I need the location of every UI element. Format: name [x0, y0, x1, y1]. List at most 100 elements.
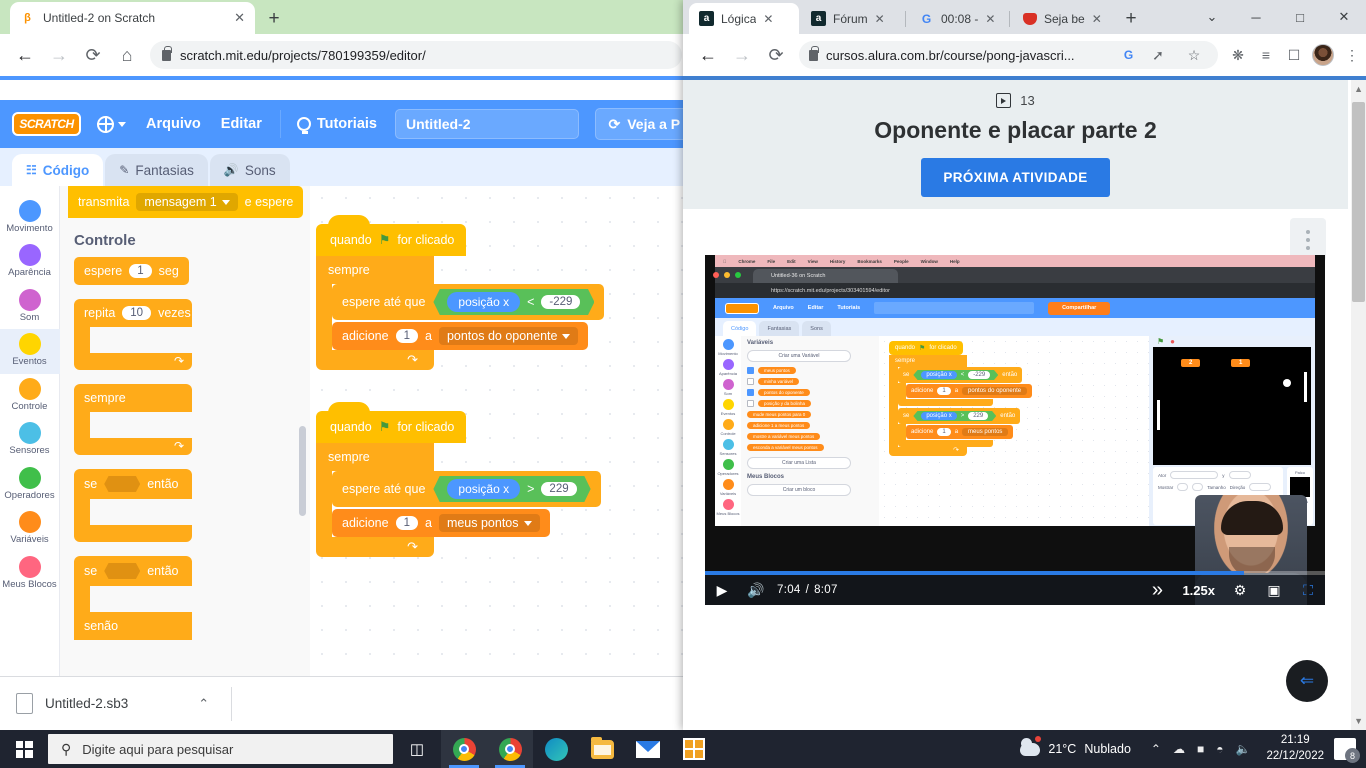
palette-block-repeat[interactable]: repita 10 vezes ↷: [74, 299, 192, 370]
close-tab-icon[interactable]: ✕: [985, 12, 995, 26]
wait-until-block-1[interactable]: espere até que posição x < -229: [332, 284, 605, 320]
repeat-value-input[interactable]: 10: [122, 306, 152, 320]
download-menu-caret-icon[interactable]: ⌃: [198, 696, 209, 712]
video-player[interactable]:  Chrome File Edit View History Bookmark…: [705, 255, 1325, 605]
taskbar-app-mail[interactable]: [625, 730, 671, 768]
x-position-reporter-2[interactable]: posição x: [447, 479, 521, 499]
taskbar-app-chrome-2[interactable]: [487, 730, 533, 768]
back-icon[interactable]: ←: [8, 38, 42, 72]
page-scrollbar-thumb[interactable]: [1352, 102, 1365, 302]
wait-value-input[interactable]: 1: [129, 264, 152, 278]
skip-forward-button[interactable]: »: [1140, 575, 1174, 605]
see-project-page-button[interactable]: ⟳ Veja a P: [595, 108, 690, 140]
palette-scrollbar[interactable]: [299, 426, 306, 516]
palette-block-wait[interactable]: espere 1 seg: [74, 257, 189, 285]
greater-than-operator-2[interactable]: posição x > 229: [433, 476, 591, 502]
palette-block-if-else[interactable]: se então senão: [74, 556, 192, 640]
battery-icon[interactable]: ■: [1197, 742, 1204, 756]
menu-edit[interactable]: Editar: [221, 116, 262, 132]
when-flag-clicked-block-2[interactable]: quando ⚑ for clicado: [316, 411, 467, 443]
close-tab-icon[interactable]: ✕: [763, 12, 773, 26]
block-palette[interactable]: transmita mensagem 1 e espere Controle e…: [60, 186, 310, 676]
taskbar-weather[interactable]: 21°C Nublado: [1020, 735, 1131, 756]
minimize-button[interactable]: ─: [1234, 0, 1278, 34]
code-workspace[interactable]: quando ⚑ for clicado sempre espere até q…: [310, 186, 690, 676]
bookmark-star-icon[interactable]: ☆: [1180, 41, 1208, 69]
onedrive-icon[interactable]: ☁: [1173, 742, 1185, 756]
taskbar-app-edge[interactable]: [533, 730, 579, 768]
browser-tab-scratch[interactable]: β Untitled-2 on Scratch ✕: [10, 2, 255, 34]
forever-block-1[interactable]: sempre: [316, 256, 434, 284]
home-icon[interactable]: ⌂: [110, 38, 144, 72]
operand-input-2[interactable]: 229: [541, 482, 577, 496]
start-button[interactable]: [0, 730, 48, 768]
category-som[interactable]: Som: [0, 285, 60, 329]
extensions-icon[interactable]: ❋: [1224, 41, 1252, 69]
browser-tab-seja[interactable]: Seja be ✕: [1013, 3, 1113, 34]
scroll-down-arrow-icon[interactable]: ▼: [1354, 716, 1363, 726]
reading-list-icon[interactable]: ≡: [1252, 41, 1280, 69]
change-value-input-1[interactable]: 1: [395, 329, 418, 343]
browser-tab-meet[interactable]: G 00:08 - ✕: [909, 3, 1009, 34]
category-variaveis[interactable]: Variáveis: [0, 507, 60, 551]
taskbar-search-box[interactable]: ⚲ Digite aqui para pesquisar: [48, 734, 393, 764]
reload-icon[interactable]: ⟳: [76, 38, 110, 72]
change-value-input-2[interactable]: 1: [395, 516, 418, 530]
google-icon[interactable]: G: [1121, 48, 1136, 63]
playback-speed-button[interactable]: 1.25x: [1182, 583, 1215, 598]
if-condition-slot[interactable]: [104, 476, 141, 492]
menu-tutorials[interactable]: Tutoriais: [296, 116, 377, 134]
tray-chevron-icon[interactable]: ⌃: [1151, 742, 1161, 756]
share-icon[interactable]: ➚: [1144, 41, 1172, 69]
close-tab-icon[interactable]: ✕: [1092, 12, 1102, 26]
language-selector[interactable]: [97, 115, 126, 133]
palette-block-if[interactable]: se então: [74, 469, 192, 542]
project-name-input[interactable]: Untitled-2: [394, 109, 580, 139]
notification-center-button[interactable]: 8: [1334, 738, 1360, 763]
taskbar-clock[interactable]: 21:19 22/12/2022: [1266, 733, 1324, 764]
taskbar-app-store[interactable]: [671, 730, 717, 768]
category-operadores[interactable]: Operadores: [0, 463, 60, 507]
scroll-up-arrow-icon[interactable]: ▲: [1354, 84, 1363, 94]
operand-input-1[interactable]: -229: [541, 295, 581, 309]
change-variable-block-2[interactable]: adicione 1 a meus pontos: [332, 509, 550, 537]
forward-icon[interactable]: →: [42, 38, 76, 72]
volume-button[interactable]: 🔊: [739, 575, 773, 605]
tab-sons[interactable]: 🔊 Sons: [209, 154, 290, 186]
variable-dropdown-2[interactable]: meus pontos: [438, 514, 540, 532]
taskbar-app-chrome-1[interactable]: [441, 730, 487, 768]
browser-tab-logica[interactable]: a Lógica ✕: [689, 3, 799, 34]
chrome-menu-icon[interactable]: ⋮: [1338, 41, 1366, 69]
palette-block-forever[interactable]: sempre ↷: [74, 384, 192, 455]
tab-codigo[interactable]: ☷ Código: [12, 154, 104, 186]
wait-until-block-2[interactable]: espere até que posição x > 229: [332, 471, 601, 507]
back-icon[interactable]: ←: [691, 38, 725, 72]
less-than-operator-1[interactable]: posição x < -229: [433, 289, 595, 315]
forward-icon[interactable]: →: [725, 38, 759, 72]
task-view-button[interactable]: ◫: [393, 730, 441, 768]
close-tab-icon[interactable]: ✕: [875, 12, 885, 26]
forever-block-2[interactable]: sempre: [316, 443, 434, 471]
reload-icon[interactable]: ⟳: [759, 38, 793, 72]
side-panel-icon[interactable]: ☐: [1280, 41, 1308, 69]
alura-address-bar[interactable]: cursos.alura.com.br/course/pong-javascri…: [799, 41, 1218, 69]
page-scrollbar[interactable]: ▲ ▼: [1351, 80, 1366, 730]
miniplayer-icon[interactable]: ▣: [1257, 575, 1291, 605]
close-window-button[interactable]: ✕: [1322, 0, 1366, 34]
scratch-browser-window[interactable]: β Untitled-2 on Scratch ✕ + ← → ⟳ ⌂ scra…: [0, 0, 690, 730]
x-position-reporter-1[interactable]: posição x: [447, 292, 521, 312]
category-meus-blocos[interactable]: Meus Blocos: [0, 552, 60, 596]
tab-fantasias[interactable]: ✎ Fantasias: [105, 154, 208, 186]
when-flag-clicked-block-1[interactable]: quando ⚑ for clicado: [316, 224, 467, 256]
play-button[interactable]: ▶: [705, 575, 739, 605]
new-tab-button[interactable]: +: [262, 7, 286, 31]
browser-tab-forum[interactable]: a Fórum ✕: [801, 3, 905, 34]
ifelse-condition-slot[interactable]: [104, 563, 141, 579]
wifi-icon[interactable]: ◓: [1216, 742, 1223, 756]
alura-browser-window[interactable]: a Lógica ✕ a Fórum ✕ G 00:08 - ✕ Seja be…: [683, 0, 1366, 730]
variable-dropdown-1[interactable]: pontos do oponente: [438, 327, 579, 345]
category-movimento[interactable]: Movimento: [0, 196, 60, 240]
tab-search-icon[interactable]: ⌄: [1190, 0, 1234, 34]
category-aparencia[interactable]: Aparência: [0, 240, 60, 284]
script-stack-1[interactable]: quando ⚑ for clicado sempre espere até q…: [316, 224, 605, 370]
